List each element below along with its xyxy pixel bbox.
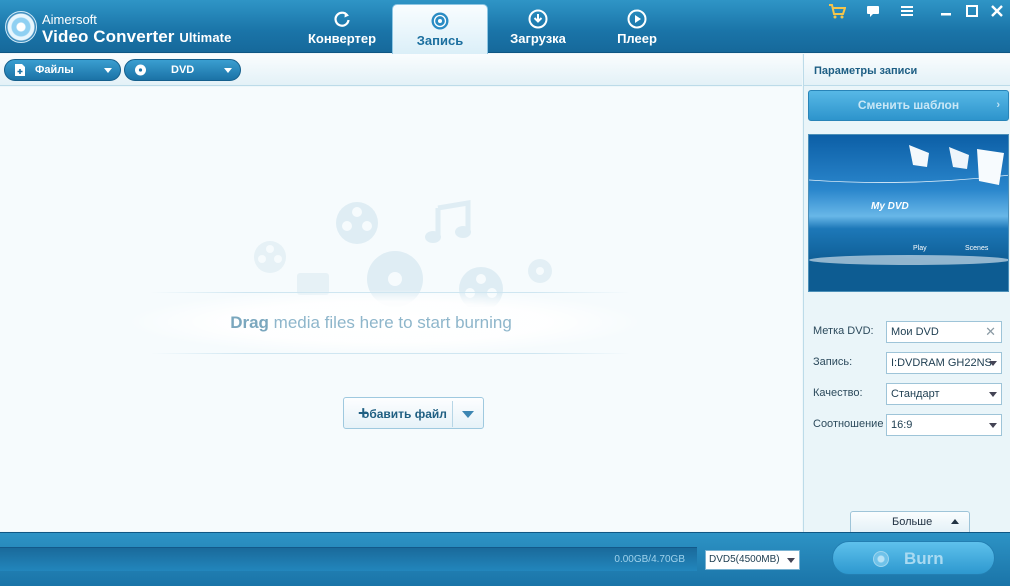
more-settings-label: Больше (892, 516, 933, 528)
minimize-icon[interactable] (937, 3, 955, 19)
clothesline-decoration (809, 145, 1008, 291)
status-bar: 0.00GB/4.70GB DVD5(4500MB) Burn (0, 532, 1010, 586)
divider (452, 401, 453, 427)
dvd-button[interactable]: DVD (124, 59, 241, 81)
close-icon[interactable] (988, 3, 1006, 19)
dvd-label-label: Метка DVD: (813, 325, 874, 337)
maximize-icon[interactable] (963, 3, 981, 19)
quality-label: Качество: (813, 387, 863, 399)
chevron-down-icon (989, 423, 997, 428)
dvd-label-input[interactable]: Мои DVD ✕ (886, 321, 1002, 343)
chevron-down-icon (989, 361, 997, 366)
toolbar: Файлы DVD (0, 54, 802, 86)
disc-type-select[interactable]: DVD5(4500MB) (705, 550, 800, 570)
drop-hint-strong: Drag (230, 313, 269, 332)
tab-converter-label: Конвертер (307, 31, 377, 46)
brand-edition: Ultimate (179, 30, 232, 45)
film-reel-icon (254, 241, 286, 273)
quality-value: Стандарт (891, 388, 940, 400)
preview-title: My DVD (871, 201, 909, 212)
drop-hint: Drag media files here to start burning (0, 313, 742, 333)
add-file-label: обавить файл (362, 407, 447, 421)
aspect-ratio-value: 16:9 (891, 419, 913, 431)
disc-icon (431, 12, 449, 30)
disc-type-value: DVD5(4500MB) (709, 554, 780, 565)
aspect-ratio-label: Соотношение (813, 418, 884, 430)
divider (150, 292, 630, 293)
app-logo-icon (5, 11, 37, 43)
divider (150, 353, 630, 354)
tab-player[interactable]: Плеер (591, 0, 683, 53)
preview-play-label: Play (913, 245, 927, 252)
burn-disc-icon (873, 551, 889, 567)
aspect-ratio-select[interactable]: 16:9 (886, 414, 1002, 436)
add-file-icon (15, 64, 25, 76)
files-button-label: Файлы (35, 64, 74, 76)
burn-button-label: Burn (904, 549, 944, 568)
burn-to-label: Запись: (813, 356, 853, 368)
chevron-down-icon (787, 558, 795, 563)
film-reel-icon (336, 202, 378, 244)
brand-main: Video Converter (42, 27, 175, 46)
burn-to-select[interactable]: I:DVDRAM GH22NS (886, 352, 1002, 374)
disc-small-icon (528, 259, 552, 283)
tab-download[interactable]: Загрузка (492, 0, 584, 53)
tab-converter[interactable]: Конвертер (296, 0, 388, 53)
panel-title: Параметры записи (814, 65, 918, 77)
wave-decoration (809, 255, 1008, 265)
download-icon (528, 9, 548, 29)
drop-area[interactable]: Drag media files here to start burning +… (0, 87, 802, 531)
menu-template-preview: My DVD Play Scenes (808, 134, 1009, 292)
brand-name: Video Converter Ultimate (42, 27, 231, 47)
change-template-label: Сменить шаблон (857, 98, 960, 112)
burn-settings-panel: Параметры записи Сменить шаблон › My DVD… (803, 54, 1010, 532)
chevron-down-icon[interactable] (462, 411, 474, 418)
more-settings-button[interactable]: Больше (850, 511, 970, 532)
dvd-button-label: DVD (171, 64, 195, 76)
chevron-right-icon: › (996, 99, 1000, 111)
files-button[interactable]: Файлы (4, 59, 121, 81)
tab-burn[interactable]: Запись (392, 4, 488, 54)
burn-to-value: I:DVDRAM GH22NS (891, 357, 992, 369)
tab-burn-label: Запись (416, 33, 464, 48)
chevron-down-icon (989, 392, 997, 397)
clear-icon[interactable]: ✕ (985, 322, 996, 342)
brand-top: Aimersoft (42, 12, 97, 27)
add-dvd-icon (135, 64, 146, 76)
cart-icon[interactable] (828, 3, 846, 19)
chevron-down-icon (224, 68, 232, 73)
music-note-icon (425, 200, 471, 243)
preview-scenes-label: Scenes (965, 245, 989, 252)
menu-icon[interactable] (898, 3, 916, 19)
dvd-label-value: Мои DVD (891, 326, 939, 338)
disc-capacity-text: 0.00GB/4.70GB (614, 554, 685, 565)
add-file-button[interactable]: + обавить файл (343, 397, 484, 429)
play-icon (627, 9, 647, 29)
panel-header: Параметры записи (804, 54, 1010, 86)
title-bar: Aimersoft Video Converter Ultimate Конве… (0, 0, 1010, 54)
change-template-button[interactable]: Сменить шаблон › (808, 90, 1009, 121)
tab-download-label: Загрузка (510, 31, 566, 46)
chevron-down-icon (104, 68, 112, 73)
drop-hint-rest: media files here to start burning (268, 313, 512, 332)
quality-select[interactable]: Стандарт (886, 383, 1002, 405)
chevron-up-icon (951, 519, 959, 524)
chat-icon[interactable] (864, 3, 882, 19)
tab-player-label: Плеер (617, 31, 657, 46)
burn-button[interactable]: Burn (832, 541, 995, 575)
refresh-icon (334, 11, 350, 27)
